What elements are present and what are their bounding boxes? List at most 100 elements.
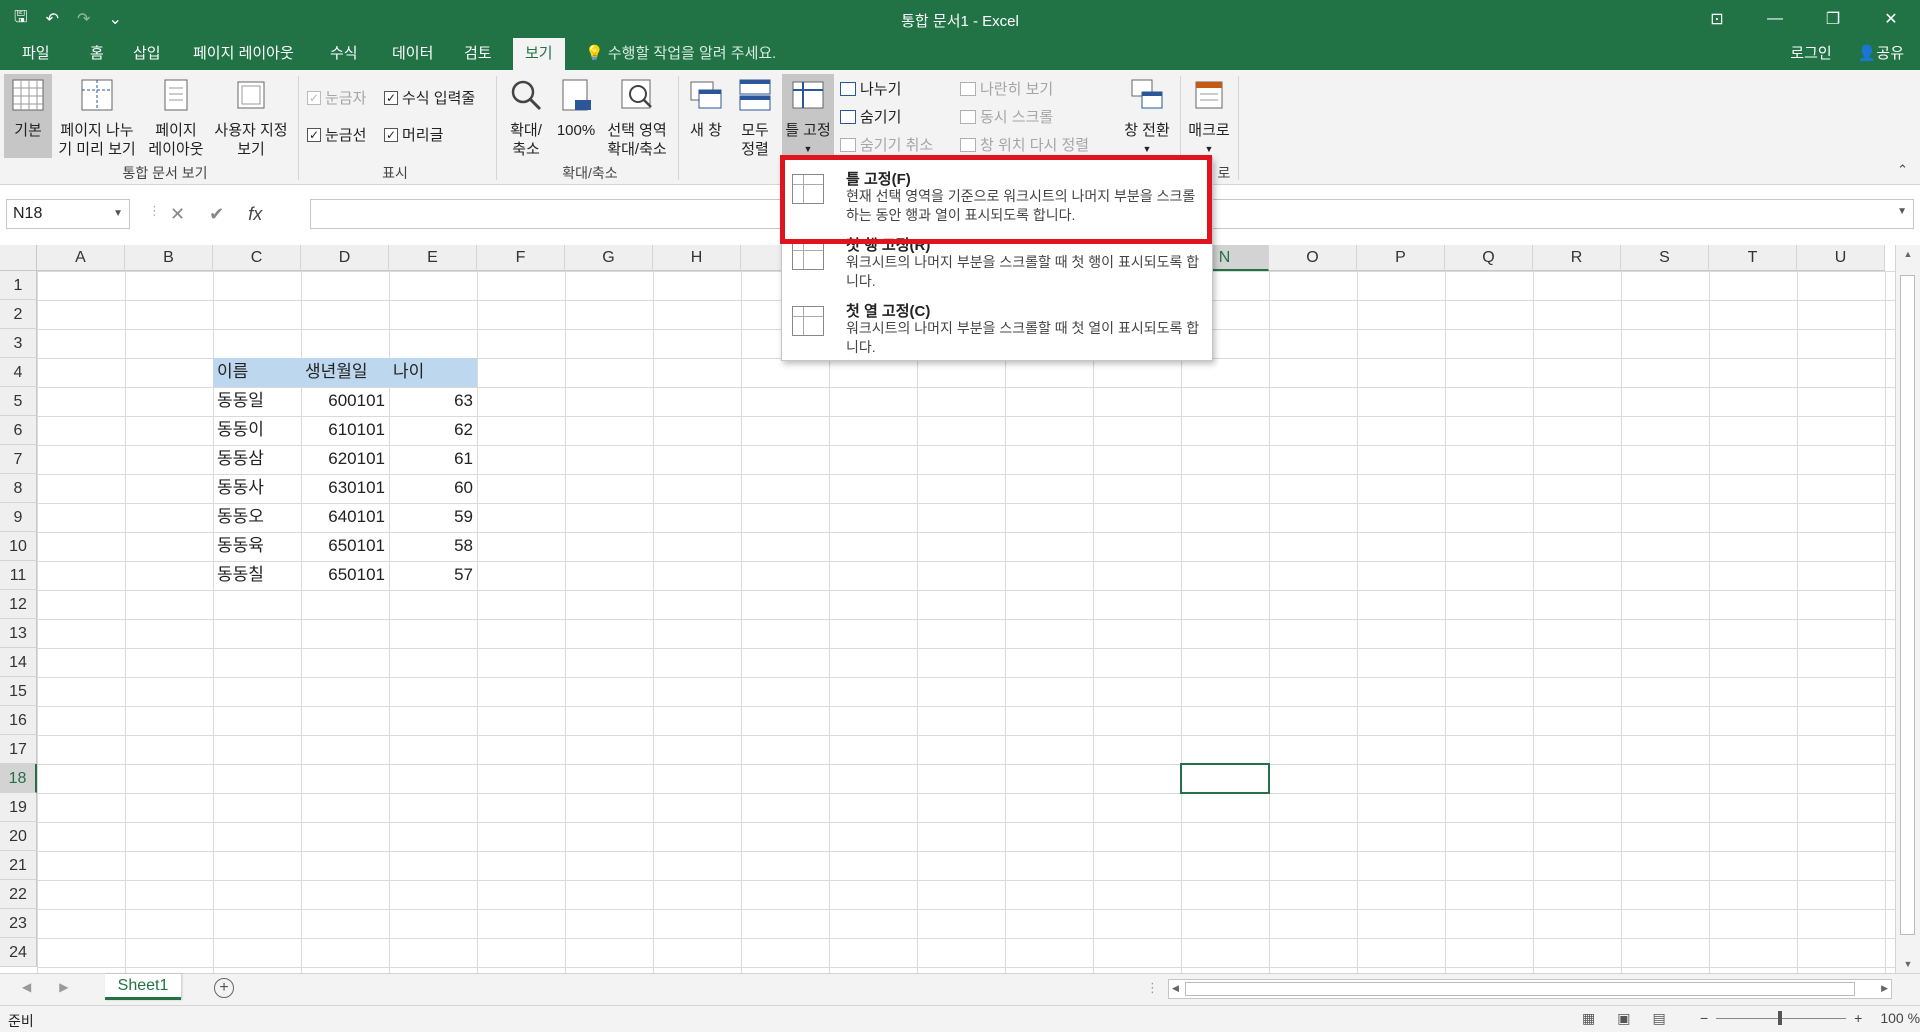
table-cell[interactable]: 650101 [301, 532, 389, 561]
zoom-slider[interactable] [1716, 1010, 1847, 1025]
column-header-a[interactable]: A [37, 245, 125, 271]
insert-function-icon[interactable]: fx [248, 204, 262, 225]
page-break-view-icon[interactable]: ▤ [1652, 1010, 1665, 1027]
tell-me-search[interactable]: 💡 수행할 작업을 알려 주세요. [585, 38, 776, 70]
collapse-ribbon-icon[interactable]: ⌃ [1897, 162, 1908, 178]
row-header-10[interactable]: 10 [0, 532, 37, 561]
row-header-19[interactable]: 19 [0, 793, 37, 822]
table-cell[interactable]: 640101 [301, 503, 389, 532]
zoom-out-icon[interactable]: − [1700, 1010, 1708, 1026]
column-header-r[interactable]: R [1533, 245, 1621, 271]
tab-split-handle-icon[interactable]: ⋮ [1146, 980, 1159, 996]
tab-review[interactable]: 검토 [452, 38, 504, 70]
active-cell[interactable] [1180, 763, 1270, 794]
scroll-thumb[interactable] [1900, 275, 1915, 935]
row-header-21[interactable]: 21 [0, 851, 37, 880]
row-header-12[interactable]: 12 [0, 590, 37, 619]
column-header-g[interactable]: G [565, 245, 653, 271]
page-break-preview-button[interactable]: 페이지 나누 기 미리 보기 [56, 74, 138, 158]
column-header-t[interactable]: T [1709, 245, 1797, 271]
row-header-7[interactable]: 7 [0, 445, 37, 474]
scroll-left-icon[interactable]: ◀ [1172, 983, 1179, 994]
scroll-right-icon[interactable]: ▶ [1881, 983, 1888, 994]
close-button[interactable]: ✕ [1862, 0, 1920, 38]
table-cell[interactable]: 동동이 [213, 416, 301, 445]
row-header-14[interactable]: 14 [0, 648, 37, 677]
row-header-24[interactable]: 24 [0, 938, 37, 967]
enter-icon[interactable]: ✔ [209, 204, 224, 225]
custom-views-button[interactable]: 사용자 지정 보기 [208, 74, 294, 158]
prev-sheet-icon[interactable]: ◀ [22, 980, 31, 994]
row-header-18[interactable]: 18 [0, 764, 37, 793]
table-cell[interactable]: 60 [389, 474, 477, 503]
table-cell[interactable]: 동동육 [213, 532, 301, 561]
zoom-100-button[interactable]: 100% [552, 74, 600, 158]
page-layout-view-button[interactable]: 페이지 레이아웃 [148, 74, 204, 158]
table-cell[interactable]: 58 [389, 532, 477, 561]
arrange-all-button[interactable]: 모두 정렬 [732, 74, 778, 158]
ruler-checkbox[interactable]: ✓ 눈금자 [307, 87, 366, 108]
headings-checkbox[interactable]: ✓ 머리글 [384, 124, 443, 145]
unhide-button[interactable]: 숨기기 취소 [840, 134, 933, 155]
normal-view-button[interactable]: 기본 [4, 74, 52, 158]
horizontal-scrollbar[interactable]: ◀ ▶ [1168, 979, 1892, 999]
table-cell[interactable]: 63 [389, 387, 477, 416]
menu-item-freeze-first-column[interactable]: 첫 열 고정(C) 워크시트의 나머지 부분을 스크롤할 때 첫 열이 표시되도… [782, 292, 1212, 356]
row-header-8[interactable]: 8 [0, 474, 37, 503]
tab-insert[interactable]: 삽입 [121, 38, 173, 70]
cancel-icon[interactable]: ✕ [170, 204, 185, 225]
table-cell[interactable]: 600101 [301, 387, 389, 416]
macros-button[interactable]: 매크로 ▼ [1184, 74, 1234, 164]
sign-in-link[interactable]: 로그인 [1790, 38, 1831, 70]
ribbon-display-options-icon[interactable]: ⊡ [1688, 0, 1746, 38]
row-header-4[interactable]: 4 [0, 358, 37, 387]
freeze-panes-button[interactable]: 틀 고정 ▼ [782, 74, 834, 164]
drag-handle-icon[interactable]: ⋮ [148, 203, 161, 219]
page-layout-view-icon[interactable]: ▣ [1617, 1010, 1630, 1027]
tab-file[interactable]: 파일 [10, 38, 62, 70]
tab-page-layout[interactable]: 페이지 레이아웃 [181, 38, 306, 70]
column-header-f[interactable]: F [477, 245, 565, 271]
column-header-u[interactable]: U [1797, 245, 1885, 271]
row-header-13[interactable]: 13 [0, 619, 37, 648]
row-header-2[interactable]: 2 [0, 300, 37, 329]
normal-view-icon[interactable]: ▦ [1582, 1010, 1595, 1027]
row-header-20[interactable]: 20 [0, 822, 37, 851]
row-header-23[interactable]: 23 [0, 909, 37, 938]
column-header-q[interactable]: Q [1445, 245, 1533, 271]
zoom-level[interactable]: 100 % [1880, 1010, 1920, 1026]
tab-formulas[interactable]: 수식 [318, 38, 370, 70]
table-cell[interactable]: 62 [389, 416, 477, 445]
scroll-thumb[interactable] [1185, 982, 1855, 996]
new-window-button[interactable]: 새 창 [684, 74, 728, 158]
scroll-up-icon[interactable]: ▲ [1896, 245, 1920, 259]
row-header-3[interactable]: 3 [0, 329, 37, 358]
column-header-d[interactable]: D [301, 245, 389, 271]
table-cell[interactable]: 57 [389, 561, 477, 590]
zoom-slider-knob[interactable] [1778, 1010, 1783, 1025]
table-cell[interactable]: 650101 [301, 561, 389, 590]
zoom-to-selection-button[interactable]: 선택 영역 확대/축소 [600, 74, 674, 158]
row-header-5[interactable]: 5 [0, 387, 37, 416]
column-header-b[interactable]: B [125, 245, 213, 271]
row-header-22[interactable]: 22 [0, 880, 37, 909]
add-sheet-icon[interactable]: + [214, 978, 234, 998]
row-header-11[interactable]: 11 [0, 561, 37, 590]
table-cell[interactable]: 동동칠 [213, 561, 301, 590]
switch-windows-button[interactable]: 창 전환 ▼ [1116, 74, 1178, 164]
column-header-e[interactable]: E [389, 245, 477, 271]
table-cell[interactable]: 620101 [301, 445, 389, 474]
next-sheet-icon[interactable]: ▶ [59, 980, 68, 994]
column-header-h[interactable]: H [653, 245, 741, 271]
table-cell[interactable]: 동동사 [213, 474, 301, 503]
worksheet-grid[interactable]: 이름 생년월일 나이 동동일 600101 63 동동이 610101 62 동동삼 620101 6… [37, 271, 1895, 973]
tab-data[interactable]: 데이터 [380, 38, 445, 70]
scroll-down-icon[interactable]: ▼ [1896, 959, 1920, 969]
table-cell[interactable]: 동동일 [213, 387, 301, 416]
share-button[interactable]: 👤공유 [1858, 38, 1904, 70]
column-header-o[interactable]: O [1269, 245, 1357, 271]
column-header-p[interactable]: P [1357, 245, 1445, 271]
tab-home[interactable]: 홈 [78, 38, 116, 70]
tab-view[interactable]: 보기 [513, 38, 565, 70]
formula-bar-checkbox[interactable]: ✓ 수식 입력줄 [384, 87, 475, 108]
